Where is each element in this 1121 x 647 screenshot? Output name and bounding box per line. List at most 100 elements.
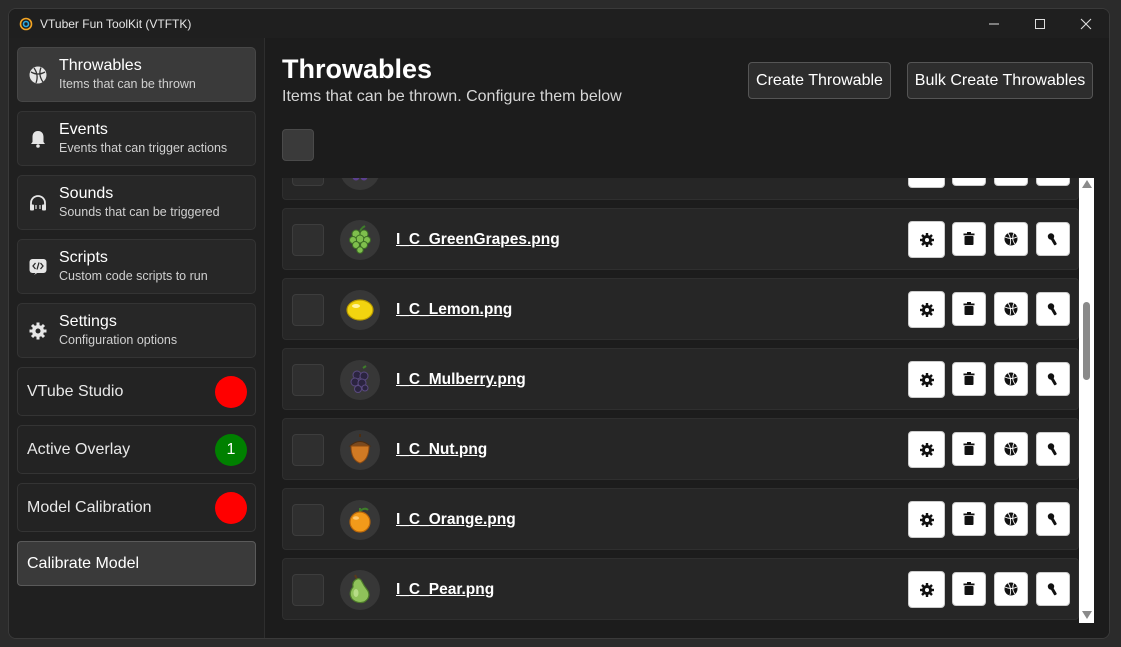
calibrate-model-button[interactable]: Calibrate Model — [17, 541, 256, 586]
window-title: VTuber Fun ToolKit (VTFTK) — [40, 16, 192, 31]
row-checkbox[interactable] — [292, 434, 324, 466]
row-checkbox[interactable] — [292, 224, 324, 256]
close-icon — [1080, 18, 1092, 29]
sidebar-item-title: Sounds — [59, 185, 114, 202]
sidebar-item-settings[interactable]: Settings Configuration options — [17, 303, 256, 358]
item-filename[interactable]: I_C_GreenGrapes.png — [396, 231, 560, 249]
status-vtube-studio: VTube Studio — [17, 367, 256, 416]
status-active-overlay: Active Overlay 1 — [17, 425, 256, 474]
gear-icon — [919, 512, 934, 527]
wrench-icon — [1047, 513, 1057, 526]
minimize-button[interactable] — [971, 9, 1017, 38]
sidebar-item-subtitle: Configuration options — [59, 333, 178, 347]
test-impact-button[interactable] — [1036, 572, 1070, 606]
sidebar-item-sounds[interactable]: Sounds Sounds that can be triggered — [17, 175, 256, 230]
pear-icon — [340, 570, 380, 610]
test-impact-button[interactable] — [1036, 178, 1070, 186]
test-throw-button[interactable] — [994, 432, 1028, 466]
trash-icon — [963, 442, 975, 455]
page-title: Throwables — [282, 54, 433, 84]
list-item: I_C_Pear.png — [282, 558, 1079, 620]
throwables-list: I_C_GreenGrapes.png I_C_Lemon.png I_C_Mu… — [282, 178, 1094, 621]
delete-button[interactable] — [952, 292, 986, 326]
test-impact-button[interactable] — [1036, 502, 1070, 536]
item-filename[interactable]: I_C_Pear.png — [396, 581, 494, 599]
sidebar-item-title: Scripts — [59, 249, 108, 266]
delete-button[interactable] — [952, 572, 986, 606]
settings-button[interactable] — [908, 501, 945, 538]
code-icon — [27, 256, 49, 278]
mulberry-icon — [340, 360, 380, 400]
settings-button[interactable] — [908, 221, 945, 258]
test-throw-button[interactable] — [994, 222, 1028, 256]
maximize-icon — [1035, 18, 1045, 29]
green-grapes-icon — [340, 220, 380, 260]
scroll-thumb[interactable] — [1083, 302, 1090, 380]
wrench-icon — [1047, 303, 1057, 316]
test-throw-button[interactable] — [994, 362, 1028, 396]
status-model-calibration: Model Calibration — [17, 483, 256, 532]
row-checkbox[interactable] — [292, 178, 324, 186]
item-filename[interactable]: I_C_Lemon.png — [396, 301, 512, 319]
test-throw-button[interactable] — [994, 178, 1028, 186]
delete-button[interactable] — [952, 178, 986, 186]
orange-icon — [340, 500, 380, 540]
app-window: VTuber Fun ToolKit (VTFTK) Throwables It… — [8, 8, 1110, 639]
row-checkbox[interactable] — [292, 574, 324, 606]
scroll-up-arrow-icon[interactable] — [1082, 180, 1092, 188]
sidebar-item-events[interactable]: Events Events that can trigger actions — [17, 111, 256, 166]
settings-button[interactable] — [908, 291, 945, 328]
row-checkbox[interactable] — [292, 504, 324, 536]
test-impact-button[interactable] — [1036, 222, 1070, 256]
sidebar-item-scripts[interactable]: Scripts Custom code scripts to run — [17, 239, 256, 294]
sidebar: Throwables Items that can be thrown Even… — [9, 38, 265, 638]
bell-icon — [27, 128, 49, 150]
item-filename[interactable]: I_C_Orange.png — [396, 511, 516, 529]
delete-button[interactable] — [952, 362, 986, 396]
row-checkbox[interactable] — [292, 364, 324, 396]
settings-button[interactable] — [908, 361, 945, 398]
headphones-icon — [27, 192, 49, 214]
settings-button[interactable] — [908, 431, 945, 468]
test-throw-button[interactable] — [994, 502, 1028, 536]
sidebar-item-title: Settings — [59, 313, 117, 330]
gear-icon — [919, 582, 934, 597]
scroll-down-arrow-icon[interactable] — [1082, 611, 1092, 619]
bulk-create-throwables-button[interactable]: Bulk Create Throwables — [907, 62, 1093, 99]
list-scrollbar[interactable] — [1079, 178, 1094, 623]
test-impact-button[interactable] — [1036, 292, 1070, 326]
list-item: I_C_Lemon.png — [282, 278, 1079, 340]
delete-button[interactable] — [952, 432, 986, 466]
title-bar: VTuber Fun ToolKit (VTFTK) — [9, 9, 1109, 38]
create-throwable-button[interactable]: Create Throwable — [748, 62, 891, 99]
lemon-icon — [340, 290, 380, 330]
row-checkbox[interactable] — [292, 294, 324, 326]
grapes-icon — [340, 178, 380, 190]
select-all-checkbox[interactable] — [282, 129, 314, 161]
item-filename[interactable]: I_C_Nut.png — [396, 441, 487, 459]
trash-icon — [963, 372, 975, 385]
app-logo-icon — [19, 17, 33, 30]
test-throw-button[interactable] — [994, 572, 1028, 606]
item-filename[interactable]: I_C_Mulberry.png — [396, 371, 526, 389]
test-throw-button[interactable] — [994, 292, 1028, 326]
trash-icon — [963, 302, 975, 315]
ball-icon — [1004, 582, 1018, 596]
settings-button[interactable] — [908, 178, 945, 188]
settings-button[interactable] — [908, 571, 945, 608]
delete-button[interactable] — [952, 222, 986, 256]
list-item: I_C_Nut.png — [282, 418, 1079, 480]
sidebar-item-subtitle: Events that can trigger actions — [59, 141, 228, 155]
list-item: I_C_Orange.png — [282, 488, 1079, 550]
test-impact-button[interactable] — [1036, 362, 1070, 396]
sidebar-item-subtitle: Custom code scripts to run — [59, 269, 208, 283]
close-button[interactable] — [1063, 9, 1109, 38]
maximize-button[interactable] — [1017, 9, 1063, 38]
ball-icon — [1004, 302, 1018, 316]
status-label: VTube Studio — [27, 382, 124, 400]
sidebar-item-throwables[interactable]: Throwables Items that can be thrown — [17, 47, 256, 102]
test-impact-button[interactable] — [1036, 432, 1070, 466]
delete-button[interactable] — [952, 502, 986, 536]
wrench-icon — [1047, 373, 1057, 386]
minimize-icon — [989, 23, 999, 24]
